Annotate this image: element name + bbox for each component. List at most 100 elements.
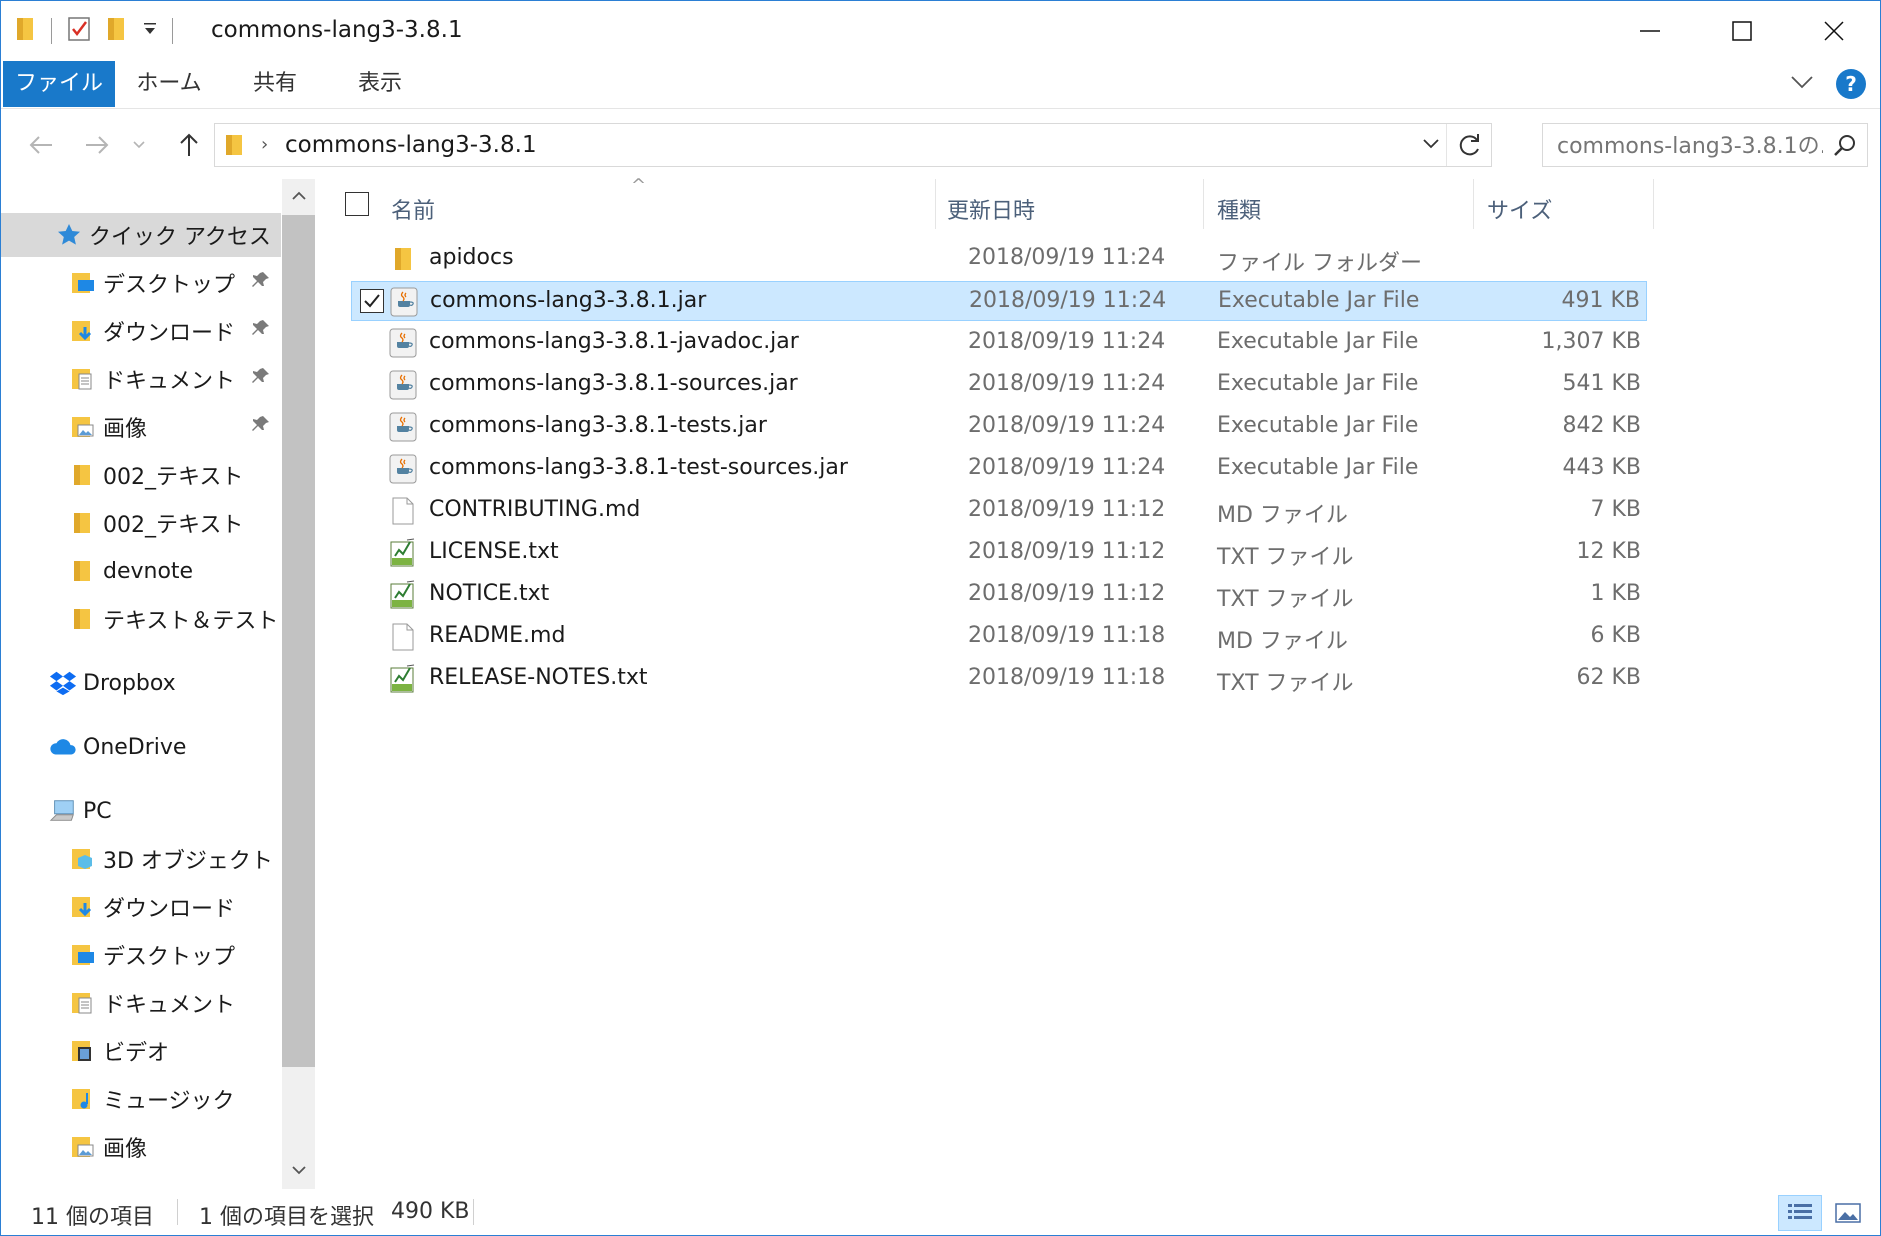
file-row[interactable]: apidocs 2018/09/19 11:24 ファイル フォルダー [351, 239, 1647, 279]
java-jar-icon [388, 286, 420, 318]
breadcrumb-path[interactable]: commons-lang3-3.8.1 [285, 132, 537, 158]
nav-item-pictures[interactable]: 画像 [1, 1127, 281, 1167]
file-name[interactable]: README.md [429, 623, 565, 648]
file-row[interactable]: commons-lang3-3.8.1-sources.jar 2018/09/1… [351, 365, 1647, 405]
pin-icon[interactable] [251, 318, 271, 344]
file-row[interactable]: commons-lang3-3.8.1-test-sources.jar 2018… [351, 449, 1647, 489]
file-name[interactable]: NOTICE.txt [429, 581, 549, 606]
file-row[interactable]: commons-lang3-3.8.1.jar 2018/09/19 11:24 E… [351, 281, 1647, 321]
pin-icon[interactable] [251, 414, 271, 440]
nav-label: クイック アクセス [89, 225, 271, 250]
close-button[interactable] [1788, 1, 1880, 61]
selection-size: 490 KB [391, 1199, 470, 1224]
properties-icon[interactable] [66, 15, 92, 47]
file-date: 2018/09/19 11:24 [969, 288, 1167, 313]
file-name[interactable]: LICENSE.txt [429, 539, 559, 564]
refresh-icon[interactable] [1457, 131, 1483, 163]
column-divider[interactable] [1653, 179, 1654, 229]
breadcrumb-chevron-icon[interactable]: › [261, 134, 268, 155]
nav-item-documents[interactable]: ドキュメント [1, 983, 281, 1023]
search-icon[interactable] [1833, 133, 1857, 161]
file-name[interactable]: commons-lang3-3.8.1.jar [430, 288, 706, 313]
file-date: 2018/09/19 11:12 [968, 539, 1166, 564]
navigation-scrollbar[interactable] [282, 179, 315, 1189]
nav-item-videos[interactable]: ビデオ [1, 1031, 281, 1071]
nav-item-desktop[interactable]: デスクトップ [1, 935, 281, 975]
file-size: 6 KB [1590, 623, 1641, 648]
search-box[interactable] [1542, 123, 1868, 167]
nav-item-documents[interactable]: ドキュメント [1, 359, 281, 399]
file-row[interactable]: commons-lang3-3.8.1-javadoc.jar 2018/09/1… [351, 323, 1647, 363]
pin-icon[interactable] [251, 270, 271, 296]
file-row[interactable]: RELEASE-NOTES.txt 2018/09/19 11:18 TXT ファイ… [351, 659, 1647, 699]
address-dropdown-icon[interactable] [1421, 134, 1441, 158]
back-button[interactable] [23, 127, 59, 163]
column-divider[interactable] [1473, 179, 1474, 229]
search-input[interactable] [1555, 132, 1825, 160]
file-row[interactable]: README.md 2018/09/19 11:18 MD ファイル 6 KB [351, 617, 1647, 657]
minimize-button[interactable] [1604, 1, 1696, 61]
file-row[interactable]: LICENSE.txt 2018/09/19 11:12 TXT ファイル 12 KB [351, 533, 1647, 573]
column-divider[interactable] [935, 179, 936, 229]
blank-file-icon [387, 495, 419, 527]
nav-pc[interactable]: PC [1, 791, 281, 831]
nav-onedrive[interactable]: OneDrive [1, 727, 281, 767]
nav-item-folder[interactable]: 002_テキスト [1, 455, 281, 495]
tab-home[interactable]: ホーム [127, 61, 211, 107]
tab-file[interactable]: ファイル [3, 61, 115, 107]
select-all-checkbox[interactable] [345, 192, 369, 216]
nav-item-folder[interactable]: devnote [1, 551, 281, 591]
up-button[interactable] [171, 127, 207, 163]
file-name[interactable]: commons-lang3-3.8.1-tests.jar [429, 413, 767, 438]
nav-label: ドキュメント [103, 369, 236, 394]
file-name[interactable]: apidocs [429, 245, 514, 270]
nav-item-downloads[interactable]: ダウンロード [1, 887, 281, 927]
scrollbar-thumb[interactable] [282, 215, 315, 1067]
file-row[interactable]: commons-lang3-3.8.1-tests.jar 2018/09/19 … [351, 407, 1647, 447]
nav-item-folder[interactable]: テキスト＆テスト [1, 599, 281, 639]
nav-item-folder[interactable]: 002_テキスト [1, 503, 281, 543]
nav-item-music[interactable]: ミュージック [1, 1079, 281, 1119]
column-header-size[interactable]: サイズ [1487, 193, 1552, 225]
column-header-date[interactable]: 更新日時 [947, 193, 1035, 225]
file-row[interactable]: CONTRIBUTING.md 2018/09/19 11:12 MD ファイル 7 … [351, 491, 1647, 531]
maximize-button[interactable] [1696, 1, 1788, 61]
column-header-type[interactable]: 種類 [1217, 193, 1261, 225]
column-divider[interactable] [1203, 179, 1204, 229]
file-row[interactable]: NOTICE.txt 2018/09/19 11:12 TXT ファイル 1 KB [351, 575, 1647, 615]
text-file-icon [387, 663, 419, 695]
new-folder-icon[interactable] [106, 16, 128, 46]
file-name[interactable]: commons-lang3-3.8.1-sources.jar [429, 371, 798, 396]
pictures-folder-icon [69, 413, 97, 441]
forward-arrow-icon [86, 136, 109, 154]
nav-dropbox[interactable]: Dropbox [1, 663, 281, 703]
details-view-button[interactable] [1778, 1195, 1822, 1231]
tab-share[interactable]: 共有 [237, 61, 313, 107]
nav-label: 002_テキスト [103, 465, 244, 490]
forward-button[interactable] [79, 127, 115, 163]
nav-item-downloads[interactable]: ダウンロード [1, 311, 281, 351]
nav-quick-access[interactable]: クイック アクセス [1, 213, 281, 257]
column-header-name[interactable]: 名前 [391, 193, 435, 225]
scroll-down-button[interactable] [282, 1155, 315, 1187]
file-name[interactable]: RELEASE-NOTES.txt [429, 665, 648, 690]
tab-view[interactable]: 表示 [341, 61, 419, 107]
file-date: 2018/09/19 11:24 [968, 245, 1166, 270]
large-icons-view-button[interactable] [1826, 1195, 1870, 1231]
scroll-up-button[interactable] [282, 179, 315, 211]
expand-ribbon-chevron-icon[interactable] [1790, 74, 1814, 94]
file-name[interactable]: CONTRIBUTING.md [429, 497, 640, 522]
file-name[interactable]: commons-lang3-3.8.1-test-sources.jar [429, 455, 848, 480]
nav-item-pictures[interactable]: 画像 [1, 407, 281, 447]
pin-icon[interactable] [251, 366, 271, 392]
help-icon[interactable]: ? [1836, 69, 1866, 99]
nav-item-3d-objects[interactable]: 3D オブジェクト [1, 839, 281, 879]
nav-label: 画像 [103, 417, 148, 442]
address-bar[interactable]: › commons-lang3-3.8.1 [214, 123, 1492, 167]
recent-locations-button[interactable] [129, 127, 149, 163]
row-checkbox[interactable] [360, 289, 384, 313]
customize-toolbar-dropdown-icon[interactable] [142, 19, 158, 43]
close-icon [1824, 21, 1844, 41]
file-name[interactable]: commons-lang3-3.8.1-javadoc.jar [429, 329, 799, 354]
nav-item-desktop[interactable]: デスクトップ [1, 263, 281, 303]
